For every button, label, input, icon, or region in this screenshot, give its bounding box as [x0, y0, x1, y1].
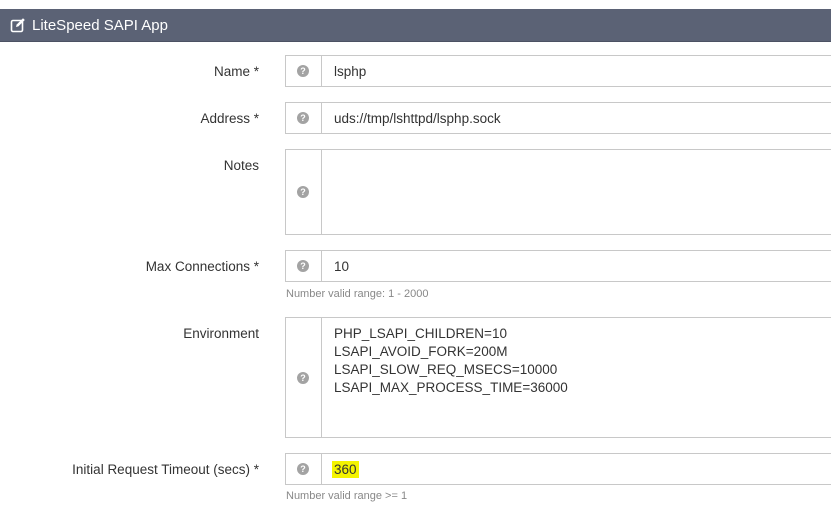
- help-icon: ?: [297, 463, 309, 475]
- initial-request-timeout-input[interactable]: 360: [332, 454, 359, 484]
- notes-label: Notes: [223, 158, 259, 173]
- help-icon: ?: [297, 65, 309, 77]
- name-label: Name *: [213, 64, 259, 79]
- notes-field[interactable]: ?: [285, 149, 831, 235]
- initial-request-timeout-help-button[interactable]: ?: [286, 454, 322, 484]
- help-icon: ?: [297, 112, 309, 124]
- help-icon: ?: [297, 186, 309, 198]
- name-help-button[interactable]: ?: [286, 56, 322, 86]
- initial-request-timeout-label: Initial Request Timeout (secs) *: [72, 462, 259, 477]
- address-input[interactable]: uds://tmp/lshttpd/lsphp.sock: [334, 103, 501, 133]
- name-input[interactable]: lsphp: [334, 56, 366, 86]
- top-strip: [0, 0, 831, 9]
- environment-label: Environment: [183, 326, 259, 341]
- help-icon: ?: [297, 260, 309, 272]
- max-connections-input[interactable]: 10: [334, 251, 349, 281]
- panel-header: LiteSpeed SAPI App: [0, 9, 831, 42]
- panel-title: LiteSpeed SAPI App: [32, 17, 168, 34]
- initial-request-timeout-hint: Number valid range >= 1: [286, 490, 408, 502]
- max-connections-field[interactable]: ? 10: [285, 250, 831, 282]
- max-connections-hint: Number valid range: 1 - 2000: [286, 288, 429, 300]
- environment-textarea[interactable]: PHP_LSAPI_CHILDREN=10 LSAPI_AVOID_FORK=2…: [334, 325, 568, 397]
- max-connections-help-button[interactable]: ?: [286, 251, 322, 281]
- environment-help-button[interactable]: ?: [286, 318, 322, 437]
- address-label: Address *: [200, 111, 259, 126]
- initial-request-timeout-field[interactable]: ? 360: [285, 453, 831, 485]
- environment-field[interactable]: ? PHP_LSAPI_CHILDREN=10 LSAPI_AVOID_FORK…: [285, 317, 831, 438]
- address-help-button[interactable]: ?: [286, 103, 322, 133]
- highlighted-value: 360: [332, 461, 359, 478]
- help-icon: ?: [297, 371, 309, 384]
- edit-icon: [10, 18, 25, 33]
- name-field[interactable]: ? lsphp: [285, 55, 831, 87]
- max-connections-label: Max Connections *: [145, 259, 259, 274]
- notes-help-button[interactable]: ?: [286, 150, 322, 234]
- address-field[interactable]: ? uds://tmp/lshttpd/lsphp.sock: [285, 102, 831, 134]
